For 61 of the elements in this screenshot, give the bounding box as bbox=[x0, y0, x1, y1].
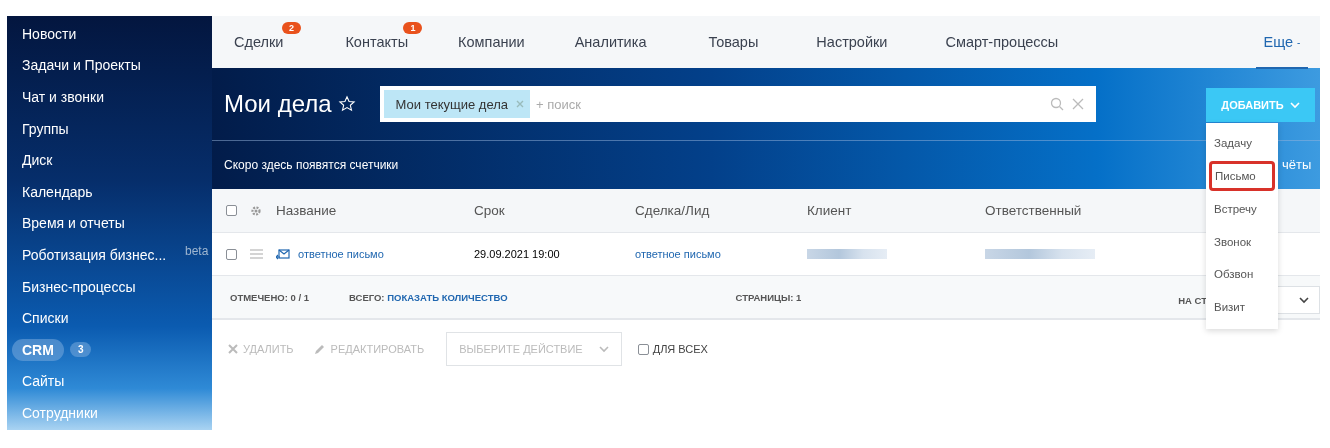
nav-tab[interactable]: Компании bbox=[448, 16, 565, 68]
total-count: ВСЕГО: ПОКАЗАТЬ КОЛИЧЕСТВО bbox=[349, 291, 508, 303]
nav-tab[interactable]: Товары bbox=[698, 16, 807, 68]
column-header[interactable]: Клиент bbox=[807, 203, 985, 218]
menu-item[interactable]: Обзвон bbox=[1206, 258, 1278, 291]
filter-chip[interactable]: Мои текущие дела bbox=[383, 90, 531, 118]
selected-count: ОТМЕЧЕНО: 0 / 1 bbox=[230, 291, 309, 303]
table-cell-text: 29.09.2021 19:00 bbox=[474, 248, 561, 260]
menu-item[interactable]: Визит bbox=[1206, 290, 1278, 324]
page-title: Мои дела bbox=[224, 90, 332, 118]
checkbox[interactable] bbox=[637, 343, 649, 355]
sidebar-item[interactable]: Время и отчеты bbox=[22, 215, 125, 232]
menu-item[interactable]: Звонок bbox=[1206, 225, 1278, 259]
cross-icon bbox=[228, 344, 238, 354]
column-header[interactable]: Ответственный bbox=[985, 203, 1202, 218]
search-icon[interactable] bbox=[1049, 97, 1064, 111]
sidebar-item[interactable]: Сайты bbox=[22, 373, 65, 390]
sidebar-item[interactable]: Календарь bbox=[22, 183, 93, 200]
counter-badge: 2 bbox=[282, 22, 301, 34]
sidebar-item[interactable]: Диск bbox=[22, 152, 53, 169]
menu-icon[interactable] bbox=[250, 249, 263, 259]
gear-icon[interactable] bbox=[250, 204, 262, 217]
nav-tab[interactable]: Настройки bbox=[806, 16, 936, 68]
menu-item[interactable]: Задачу bbox=[1206, 127, 1278, 160]
pencil-icon bbox=[313, 343, 326, 355]
deal-link[interactable]: ответное письмо bbox=[635, 248, 807, 260]
search-field[interactable]: Мои текущие дела + поиск bbox=[379, 86, 1096, 122]
nav-tab[interactable]: Аналитика bbox=[564, 16, 699, 68]
remove-icon[interactable] bbox=[516, 100, 525, 108]
checkbox[interactable] bbox=[226, 205, 237, 216]
nav-tab[interactable]: Смарт-процессы bbox=[935, 16, 1083, 68]
search-placeholder: + поиск bbox=[536, 96, 582, 112]
sidebar-item[interactable]: Группы bbox=[22, 120, 69, 137]
beta-tag: beta bbox=[185, 244, 209, 259]
per-page-label: НА СТ bbox=[1178, 294, 1207, 306]
checkbox[interactable] bbox=[226, 248, 237, 260]
chevron-icon[interactable] bbox=[1299, 296, 1309, 304]
caret-icon[interactable]: - bbox=[1297, 36, 1301, 48]
counter-badge: 1 bbox=[403, 22, 423, 34]
pages-count: СТРАНИЦЫ: 1 bbox=[735, 291, 802, 303]
show-count-link[interactable]: ПОКАЗАТЬ КОЛИЧЕСТВО bbox=[387, 291, 508, 303]
nav-tab[interactable]: Контакты 1 bbox=[335, 16, 449, 68]
sidebar-item[interactable]: Чат и звонки bbox=[22, 89, 104, 105]
envelope-icon bbox=[276, 248, 290, 260]
counters-text: Скоро здесь появятся счетчики bbox=[224, 158, 399, 172]
column-header[interactable]: Сделка/Лид bbox=[635, 203, 807, 218]
sidebar-item[interactable]: Новости bbox=[22, 25, 77, 42]
sidebar-item[interactable]: Задачи и Проекты bbox=[22, 57, 141, 74]
activity-link[interactable]: ответное письмо bbox=[298, 248, 384, 260]
column-header[interactable]: Срок bbox=[474, 203, 635, 218]
column-header[interactable]: Название bbox=[276, 203, 474, 218]
sidebar-item[interactable]: Бизнес-процессы bbox=[22, 278, 136, 295]
close-icon[interactable] bbox=[1071, 98, 1084, 110]
nav-tab[interactable]: Сделки 2 bbox=[224, 16, 336, 68]
sidebar-item[interactable]: Роботизация бизнес... bbox=[22, 246, 167, 263]
checkbox-label: ДЛЯ ВСЕХ bbox=[652, 343, 708, 355]
menu-item[interactable]: Встречу bbox=[1206, 192, 1278, 226]
sidebar-item[interactable]: Списки bbox=[22, 310, 69, 327]
counter-badge: 3 bbox=[69, 342, 92, 358]
menu-item[interactable]: Письмо bbox=[1210, 161, 1274, 190]
star-icon[interactable] bbox=[337, 95, 356, 113]
